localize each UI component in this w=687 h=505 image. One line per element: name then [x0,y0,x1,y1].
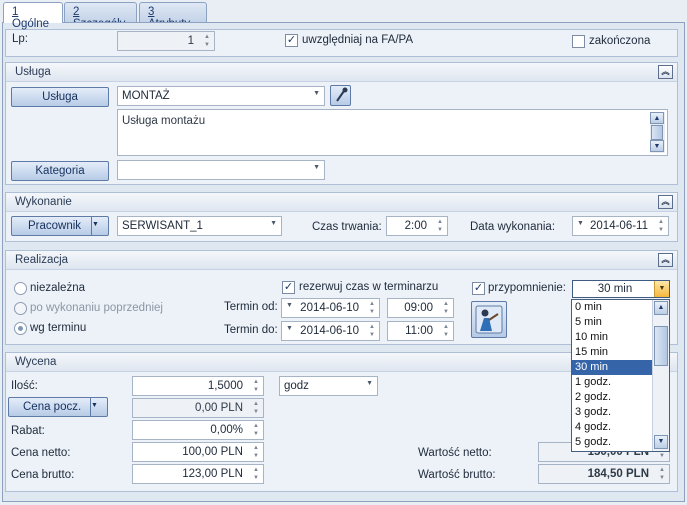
spin-icon[interactable]: ▲▼ [251,378,261,394]
usluga-select[interactable]: MONTAŻ ▼ [117,86,325,106]
kategoria-button[interactable]: Kategoria [11,161,109,181]
realizacja-header: Realizacja [6,251,677,270]
worker-schedule-icon [475,305,503,334]
spin-icon[interactable]: ▲▼ [656,218,666,234]
ilosc-label: Ilość: [11,380,38,392]
wartosc-brutto-input[interactable]: 184,50 PLN ▲ ▼ [538,464,670,484]
termin-od-label: Termin od: [224,301,278,313]
po-wykonaniu-radio[interactable] [14,302,27,315]
chevron-down-icon[interactable]: ▼ [91,217,108,235]
chevron-down-icon[interactable]: ▼ [654,281,669,297]
termin-do-label: Termin do: [224,324,278,336]
lookup-button[interactable] [330,85,351,106]
spin-icon[interactable]: ▲▼ [441,300,451,316]
tab-ogolne[interactable]: 1 Ogólne [3,2,63,30]
cena-netto-input[interactable]: 100,00 PLN ▲ ▼ [132,442,264,462]
calendar-schedule-button[interactable] [471,301,507,338]
pracownik-button[interactable]: Pracownik ▼ [11,216,109,236]
scroll-down-icon[interactable]: ▼ [654,435,668,449]
rezerwuj-label: rezerwuj czas w terminarzu [299,281,439,293]
termin-od-date-input[interactable]: ▼ 2014-06-10 ▲ ▼ [281,298,380,318]
cena-netto-label: Cena netto: [11,447,71,459]
scroll-down-icon[interactable]: ▼ [650,140,664,152]
calendar-dropdown-icon[interactable]: ▼ [577,220,584,227]
scroll-up-icon[interactable]: ▲ [654,301,668,315]
uwzgledniaj-checkbox[interactable]: ✓ [285,34,298,47]
przypomnienie-checkbox[interactable]: ✓ [472,282,485,295]
wartosc-netto-label: Wartość netto: [418,447,492,459]
description-scrollbar[interactable]: ▲ ▼ [650,112,665,153]
termin-od-time-input[interactable]: 09:00 ▲ ▼ [387,298,454,318]
data-wykonania-label: Data wykonania: [470,221,556,233]
collapse-usluga-button[interactable]: ︽ [658,65,673,79]
termin-do-time-input[interactable]: 11:00 ▲ ▼ [387,321,454,341]
zakonczona-label: zakończona [589,35,651,47]
cena-brutto-label: Cena brutto: [11,469,75,481]
przypomnienie-select[interactable]: 30 min ▼ [572,280,670,298]
chevron-down-icon: ▼ [270,220,277,227]
ilosc-input[interactable]: 1,5000 ▲ ▼ [132,376,264,396]
wartosc-brutto-label: Wartość brutto: [418,469,496,481]
tab-szczegoly[interactable]: 2 Szczegóły [64,2,137,30]
collapse-wykonanie-button[interactable]: ︽ [658,195,673,209]
usluga-button[interactable]: Usługa [11,87,109,107]
chevron-down-icon: ▼ [366,380,373,387]
tab-atrybuty[interactable]: 3 Atrybuty [139,2,207,30]
spin-icon[interactable]: ▲▼ [251,400,261,416]
chevron-down-icon: ▼ [313,90,320,97]
spin-icon[interactable]: ▲▼ [251,466,261,482]
termin-do-date-input[interactable]: ▼ 2014-06-10 ▲ ▼ [281,321,380,341]
wg-terminu-radio[interactable] [14,322,27,335]
lp-label: Lp: [12,33,28,45]
scroll-thumb[interactable] [654,326,668,366]
pracownik-select[interactable]: SERWISANT_1 ▼ [117,216,282,236]
scroll-thumb[interactable] [651,125,663,140]
cena-pocz-button[interactable]: Cena pocz. ▼ [8,397,108,417]
usluga-description[interactable]: Usługa montażu ▲ ▼ [117,109,668,156]
uwzgledniaj-label: uwzględniaj na FA/PA [302,34,414,46]
po-wykonaniu-label: po wykonaniu poprzedniej [30,302,163,314]
czas-trwania-input[interactable]: 2:00 ▲ ▼ [386,216,448,236]
dropper-icon [335,87,347,102]
spin-icon[interactable]: ▲▼ [251,444,261,460]
kategoria-select[interactable]: ▼ [117,160,325,180]
niezalezna-radio[interactable] [14,282,27,295]
spin-icon[interactable]: ▲▼ [367,300,377,316]
jm-select[interactable]: godz ▼ [279,376,378,396]
spin-icon[interactable]: ▲▼ [251,422,261,438]
dropdown-scrollbar[interactable]: ▲ ▼ [652,300,669,451]
spin-icon[interactable]: ▲▼ [202,33,212,49]
wg-terminu-label: wg terminu [30,322,87,334]
spin-icon[interactable]: ▲▼ [441,323,451,339]
rabat-input[interactable]: 0,00% ▲ ▼ [132,420,264,440]
spin-icon[interactable]: ▲▼ [657,466,667,482]
data-wykonania-input[interactable]: ▼ 2014-06-11 ▲ ▼ [572,216,669,236]
calendar-dropdown-icon[interactable]: ▼ [286,302,293,309]
calendar-dropdown-icon[interactable]: ▼ [286,325,293,332]
niezalezna-label: niezależna [30,282,85,294]
cena-brutto-input[interactable]: 123,00 PLN ▲ ▼ [132,464,264,484]
przypomnienie-dropdown-list[interactable]: 0 min 5 min 10 min 15 min 30 min 1 godz.… [571,299,670,452]
czas-trwania-label: Czas trwania: [312,221,382,233]
scroll-up-icon[interactable]: ▲ [650,112,664,124]
lp-input[interactable]: 1 ▲ ▼ [117,31,215,51]
zakonczona-checkbox[interactable] [572,35,585,48]
spin-icon[interactable]: ▲▼ [367,323,377,339]
wykonanie-header: Wykonanie [6,193,677,212]
collapse-realizacja-button[interactable]: ︽ [658,253,673,267]
chevron-down-icon[interactable]: ▼ [90,398,107,416]
przypomnienie-label: przypomnienie: [488,282,566,294]
rezerwuj-checkbox[interactable]: ✓ [282,281,295,294]
chevron-down-icon: ▼ [313,164,320,171]
usluga-header: Usługa [6,63,677,82]
cena-pocz-input[interactable]: 0,00 PLN ▲ ▼ [132,398,264,418]
rabat-label: Rabat: [11,425,45,437]
spin-icon[interactable]: ▲▼ [435,218,445,234]
